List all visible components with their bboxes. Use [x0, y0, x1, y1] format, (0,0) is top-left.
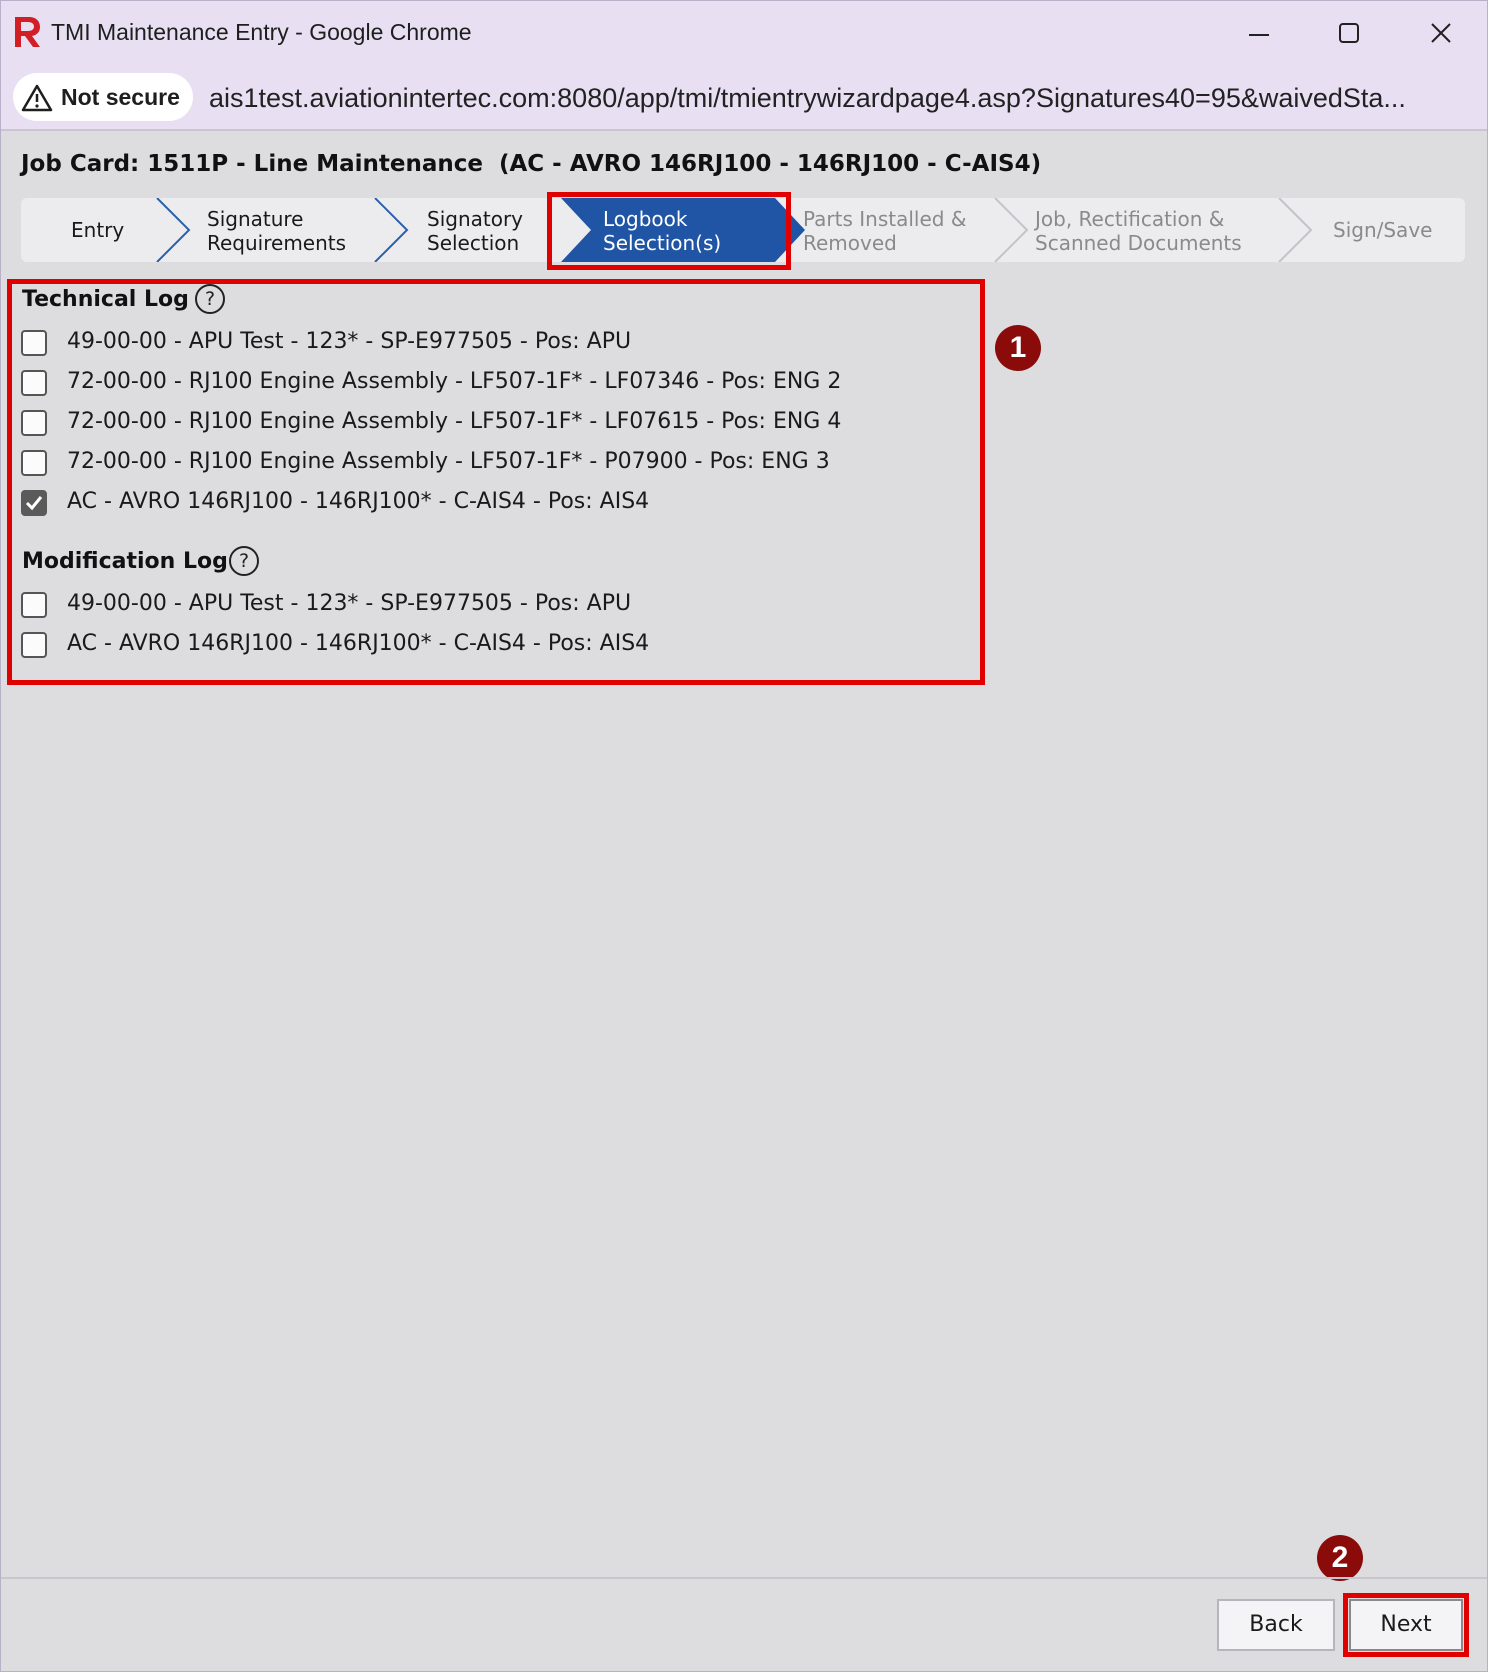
callout-badge-2: 2: [1317, 1535, 1363, 1581]
browser-window: TMI Maintenance Entry - Google Chrome No…: [0, 0, 1488, 1672]
highlight-box-logbooks: [7, 279, 985, 685]
step-separator-icon: [1278, 198, 1313, 262]
step-job-rectification-documents[interactable]: Job, Rectification & Scanned Documents: [1033, 198, 1273, 262]
minimize-button[interactable]: [1237, 13, 1281, 53]
step-signature-requirements[interactable]: Signature Requirements: [191, 198, 371, 262]
maximize-button[interactable]: [1327, 13, 1371, 53]
step-sign-save[interactable]: Sign/Save: [1317, 198, 1465, 262]
close-icon: [1431, 23, 1451, 43]
step-signatory-selection[interactable]: Signatory Selection: [411, 198, 561, 262]
url-field[interactable]: ais1test.aviationintertec.com:8080/app/t…: [209, 83, 1449, 114]
security-label: Not secure: [61, 84, 180, 110]
highlight-box-active-step: [547, 192, 791, 270]
step-parts-installed-removed[interactable]: Parts Installed & Removed: [801, 198, 991, 262]
highlight-box-next: [1343, 1593, 1469, 1657]
minimize-icon: [1249, 34, 1269, 36]
window-title: TMI Maintenance Entry - Google Chrome: [51, 19, 472, 45]
step-separator-icon: [374, 198, 409, 262]
page-content: Job Card: 1511P - Line Maintenance (AC -…: [1, 131, 1487, 1671]
security-chip[interactable]: Not secure: [13, 73, 193, 121]
footer-divider: [1, 1577, 1487, 1579]
step-separator-icon: [156, 198, 191, 262]
app-logo-icon: [15, 17, 40, 47]
page-title: Job Card: 1511P - Line Maintenance (AC -…: [21, 151, 1042, 177]
warning-triangle-icon: [21, 84, 53, 112]
callout-badge-1: 1: [995, 325, 1041, 371]
step-entry[interactable]: Entry: [21, 198, 155, 262]
close-button[interactable]: [1419, 13, 1463, 53]
title-bar: TMI Maintenance Entry - Google Chrome: [1, 1, 1487, 65]
maximize-icon: [1339, 23, 1359, 43]
address-bar: Not secure ais1test.aviationintertec.com…: [1, 65, 1487, 129]
back-button[interactable]: Back: [1217, 1599, 1335, 1651]
step-separator-icon: [994, 198, 1029, 262]
